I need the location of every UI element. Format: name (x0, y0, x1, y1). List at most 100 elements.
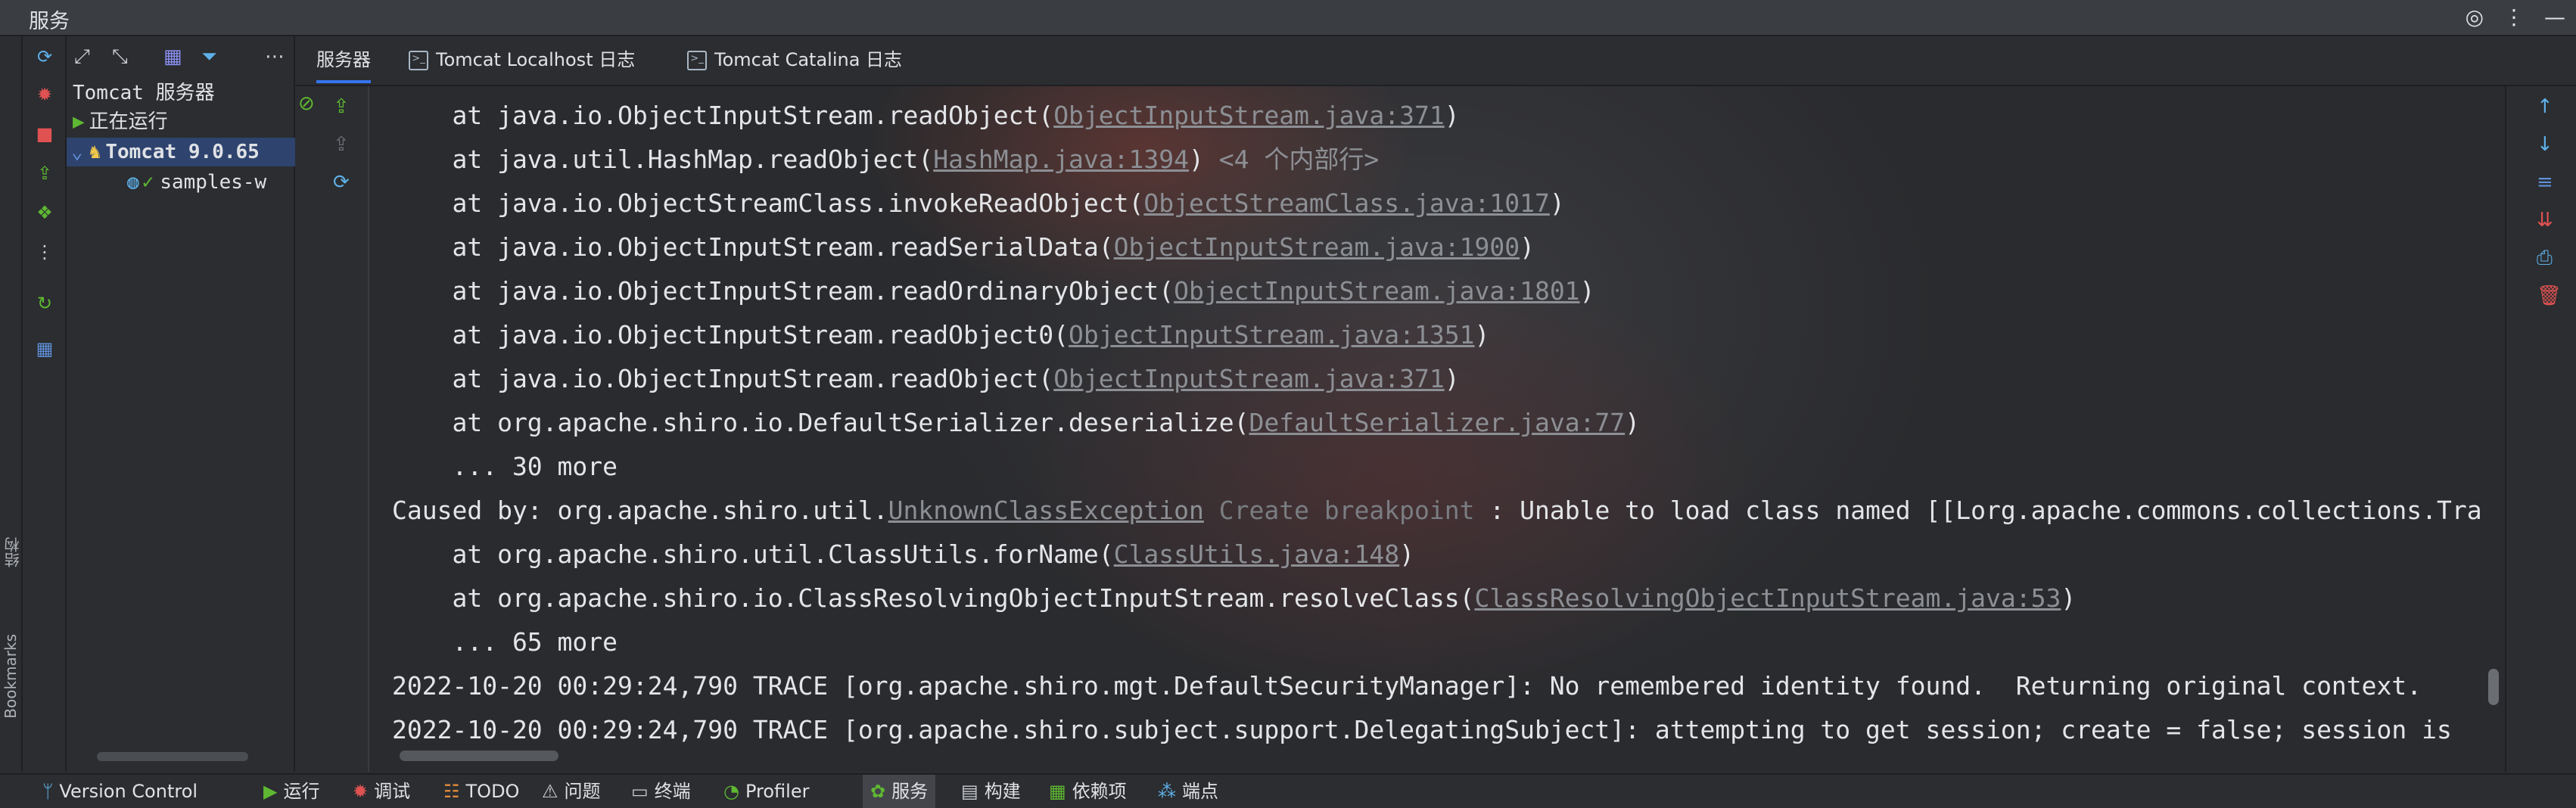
source-link[interactable]: UnknownClassException (888, 496, 1204, 525)
console-line: Caused by: org.apache.shiro.util.Unknown… (392, 489, 2482, 533)
update-icon[interactable]: ↻ (33, 292, 56, 315)
bookmarks-stripe-button[interactable]: Bookmarks (2, 634, 20, 719)
run-icon: ▶ (263, 781, 278, 802)
console-horizontal-scrollbar[interactable] (400, 751, 558, 761)
bottom-tab-build[interactable]: ▤ 构建 (961, 775, 1021, 808)
tree-node-tomcat-server[interactable]: ⌄ ♞ Tomcat 9.0.65 (67, 138, 298, 166)
bottom-tab-todo[interactable]: ☷ TODO (443, 775, 519, 808)
print-icon[interactable]: ⎙ (2537, 247, 2553, 270)
tree-horizontal-scrollbar[interactable] (97, 752, 248, 761)
console-line: at java.io.ObjectInputStream.readObject0… (392, 313, 2482, 357)
console-line: at java.io.ObjectInputStream.readSerialD… (392, 225, 2482, 269)
tab-tomcat-catalina-log[interactable]: >_ Tomcat Catalina 日志 (687, 36, 902, 83)
more-actions-icon[interactable]: ⋮ (33, 241, 56, 263)
source-link[interactable]: ObjectInputStream.java:1900 (1114, 232, 1520, 262)
left-tool-stripe: 结构 Bookmarks (0, 36, 23, 772)
bottom-tab-label: 构建 (984, 781, 1021, 802)
group-icon[interactable]: ▦ (163, 45, 182, 68)
stop-icon[interactable]: ■ (33, 123, 56, 145)
collapse-all-icon[interactable]: ⤡ (112, 45, 128, 69)
bottom-tab-terminal[interactable]: ▭ 终端 (631, 775, 691, 808)
bottom-tab-problems[interactable]: ⚠ 问题 (542, 775, 601, 808)
services-icon: ✿ (870, 781, 886, 802)
console-text-segment: ) (2061, 583, 2077, 613)
bottom-tab-services[interactable]: ✿ 服务 (863, 775, 936, 808)
console-text-segment: ) (1444, 101, 1460, 130)
debug-icon[interactable]: ✹ (33, 83, 56, 106)
tree-node-tomcat-servers[interactable]: Tomcat 服务器 (67, 79, 300, 107)
console-line: 2022-10-20 00:29:24,790 TRACE [org.apach… (392, 664, 2482, 708)
tree-node-label: Tomcat 服务器 (73, 82, 215, 104)
source-link[interactable]: ObjectInputStream.java:1351 (1069, 320, 1474, 350)
tree-node-label: Tomcat 9.0.65 (105, 141, 260, 163)
services-tree: ⤢ ⤡ ▦ ⏷ ⋯ Tomcat 服务器 ▶ 正在运行 ⌄ ♞ Tomcat 9.0.… (67, 36, 298, 772)
tab-label: Tomcat Catalina 日志 (714, 49, 903, 70)
bottom-tab-version-control[interactable]: ᛘ Version Control (42, 775, 198, 808)
console-line: at java.io.ObjectInputStream.readOrdinar… (392, 269, 2482, 313)
bottom-tab-dependencies[interactable]: ▦ 依赖项 (1049, 775, 1127, 808)
source-link[interactable]: HashMap.java:1394 (933, 145, 1189, 174)
console-text-segment: at org.apache.shiro.util.ClassUtils.forN… (392, 539, 1114, 569)
layout-icon[interactable]: ▦ (33, 337, 56, 360)
console-text-segment: 2022-10-20 00:29:24,790 TRACE [org.apach… (392, 715, 2452, 744)
tree-toolbar: ⤢ ⤡ ▦ ⏷ ⋯ (67, 39, 294, 73)
console-text-segment: at java.io.ObjectStreamClass.invokeReadO… (392, 188, 1144, 218)
deploy-icon[interactable]: ⇪ (333, 95, 350, 118)
source-link[interactable]: ObjectInputStream.java:371 (1053, 364, 1445, 393)
artifacts-icon[interactable]: ❖ (33, 201, 56, 224)
console-text-segment: at java.io.ObjectInputStream.readOrdinar… (392, 276, 1174, 306)
expand-all-icon[interactable]: ⤢ (74, 45, 90, 69)
console-text-segment: ) (1399, 539, 1415, 569)
refresh-icon[interactable]: ⟳ (33, 45, 56, 68)
bottom-tab-profiler[interactable]: ◔ Profiler (723, 775, 809, 808)
source-link[interactable]: ClassResolvingObjectInputStream.java:53 (1474, 583, 2061, 613)
clear-all-icon[interactable]: 🗑 (2537, 284, 2562, 307)
console-vertical-scrollbar[interactable] (2488, 669, 2499, 705)
bottom-tab-label: 终端 (654, 781, 691, 802)
source-link[interactable]: ObjectStreamClass.java:1017 (1143, 188, 1549, 218)
structure-stripe-button[interactable]: 结构 (2, 537, 23, 567)
console-text-segment: at java.io.ObjectInputStream.readSerialD… (392, 232, 1114, 262)
create-breakpoint-hint[interactable]: Create breakpoint (1204, 496, 1490, 525)
target-icon[interactable]: ◎ (2466, 5, 2484, 30)
tab-tomcat-localhost-log[interactable]: >_ Tomcat Localhost 日志 (409, 36, 635, 83)
reload-icon[interactable]: ⟳ (333, 171, 350, 194)
bottom-tab-endpoints[interactable]: ⁂ 端点 (1158, 775, 1218, 808)
console-text-segment: ) (1189, 145, 1219, 174)
scroll-to-end-icon[interactable]: ⇊ (2537, 209, 2553, 232)
services-actions: ⟳ ✹ ■ ⇪ ❖ ⋮ ↻ ▦ (23, 36, 67, 772)
bottom-tab-run[interactable]: ▶ 运行 (263, 775, 319, 808)
terminal-icon: ▭ (631, 781, 649, 802)
console-output[interactable]: at java.io.ObjectInputStream.readObject(… (369, 86, 2505, 772)
bottom-tab-debug[interactable]: ✹ 调试 (353, 775, 410, 808)
console-text-segment: : Unable to load class named [[Lorg.apac… (1489, 496, 2482, 525)
filter-icon[interactable]: ⏷ (201, 45, 217, 69)
soft-wrap-icon[interactable]: ≡ (2537, 171, 2553, 194)
more-vertical-icon[interactable]: ⋮ (2503, 5, 2525, 30)
scroll-down-icon[interactable]: ↓ (2537, 133, 2553, 156)
source-link[interactable]: ObjectInputStream.java:1801 (1174, 276, 1579, 306)
source-link[interactable]: DefaultSerializer.java:77 (1249, 408, 1625, 437)
console-icon: >_ (687, 51, 707, 70)
console-text-segment: ) (1625, 408, 1641, 437)
scroll-up-icon[interactable]: ↑ (2537, 95, 2553, 118)
undeploy-icon[interactable]: ⇪ (333, 133, 350, 156)
source-link[interactable]: ClassUtils.java:148 (1114, 539, 1400, 569)
console-gutter: ⊘ ⇪ ⇪ ⊞ ⟳ (295, 86, 381, 772)
tree-node-running[interactable]: ▶ 正在运行 (67, 107, 300, 136)
bottom-tab-label: 运行 (283, 781, 320, 802)
tree-node-label: 正在运行 (89, 110, 168, 133)
minimize-icon[interactable]: — (2544, 5, 2565, 30)
bottom-tab-label: 端点 (1182, 781, 1218, 802)
deploy-icon[interactable]: ⇪ (33, 162, 56, 185)
internal-lines-fold[interactable]: <4 个内部行> (1219, 145, 1379, 174)
console-line: at org.apache.shiro.util.ClassUtils.forN… (392, 533, 2482, 576)
more-icon[interactable]: ⋯ (265, 45, 285, 68)
bottom-tab-label: Profiler (745, 781, 810, 802)
source-link[interactable]: ObjectInputStream.java:371 (1053, 101, 1445, 130)
tab-server[interactable]: 服务器 (316, 36, 371, 83)
console-line: at org.apache.shiro.io.ClassResolvingObj… (392, 576, 2482, 620)
dependencies-icon: ▦ (1049, 781, 1066, 802)
console-text-segment: Caused by: org.apache.shiro.util. (392, 496, 888, 525)
console-text-segment: at java.io.ObjectInputStream.readObject( (392, 101, 1054, 130)
